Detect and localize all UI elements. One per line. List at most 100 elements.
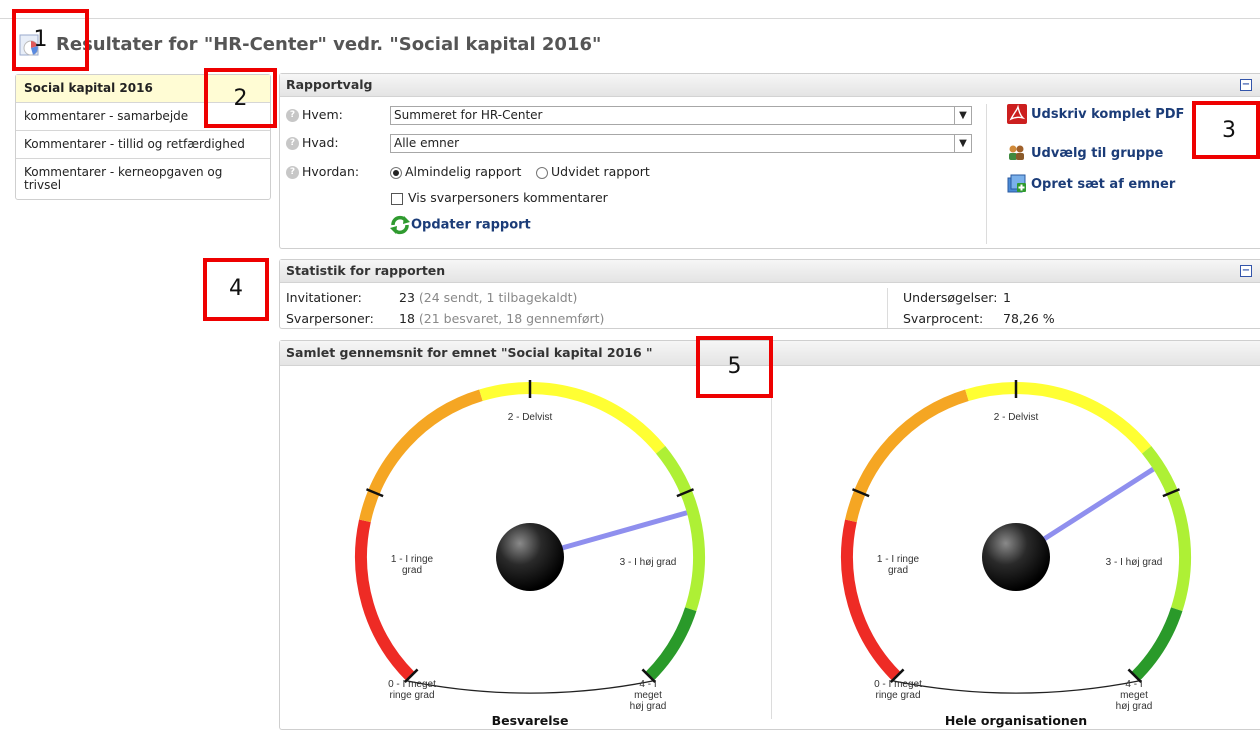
stats-divider	[887, 288, 888, 328]
gauge-scale-label: grad	[888, 565, 908, 576]
hvordan-row: ? Hvordan:	[286, 164, 359, 179]
hvad-label: Hvad:	[302, 135, 339, 150]
svarpersoner-label: Svarpersoner:	[286, 311, 374, 326]
statistik-panel: Statistik for rapporten − Invitationer: …	[279, 259, 1260, 329]
comments-checkbox-row[interactable]: Vis svarpersoners kommentarer	[391, 190, 608, 205]
sidebar-item-kerneopgaven[interactable]: Kommentarer - kerneopgaven og trivsel	[16, 159, 270, 199]
gauge-scale-label: 1 - I ringe	[391, 554, 434, 565]
select-group-link[interactable]: Udvælg til gruppe	[1007, 143, 1163, 163]
gauge-scale-label: ringe grad	[875, 690, 920, 701]
radio-almindelig[interactable]: Almindelig rapport	[390, 164, 521, 179]
gauge-panel: Samlet gennemsnit for emnet "Social kapi…	[279, 340, 1260, 730]
gauge-scale-label: 4 - I	[639, 679, 656, 690]
radio-button[interactable]	[536, 166, 548, 179]
rapportvalg-panel: Rapportvalg − ? Hvem: Summeret for HR-Cen…	[279, 73, 1260, 249]
hvem-select-value: Summeret for HR-Center	[394, 108, 543, 122]
comments-checkbox[interactable]	[391, 192, 403, 205]
statistik-header: Statistik for rapporten −	[280, 260, 1260, 283]
sidebar-item-tillid[interactable]: Kommentarer - tillid og retfærdighed	[16, 131, 270, 159]
rapportvalg-header: Rapportvalg −	[280, 74, 1260, 97]
gauge-band	[1131, 607, 1183, 681]
hvad-select[interactable]: Alle emner ▼	[390, 134, 972, 153]
undersogelser-label: Undersøgelser:	[903, 290, 998, 305]
hvordan-label: Hvordan:	[302, 164, 360, 179]
annotation-label-2: 2	[233, 86, 248, 111]
gauge-band	[645, 607, 697, 681]
help-icon[interactable]: ?	[286, 137, 299, 150]
help-icon[interactable]: ?	[286, 166, 299, 179]
create-set-link[interactable]: Opret sæt af emner	[1007, 174, 1175, 194]
gauge-scale-label: 4 - I	[1125, 679, 1142, 690]
chevron-down-icon[interactable]: ▼	[954, 135, 971, 152]
gauge-band	[655, 445, 705, 612]
annotation-label-4: 4	[229, 276, 243, 301]
invitationer-row: Invitationer:	[286, 290, 362, 305]
gauge-scale-label: 0 - I meget	[874, 679, 922, 690]
collapse-rapportvalg-button[interactable]: −	[1240, 79, 1252, 91]
update-report-label: Opdater rapport	[411, 217, 531, 233]
radio-almindelig-label: Almindelig rapport	[405, 164, 522, 179]
gauge-scale-label: høj grad	[1116, 701, 1153, 712]
hvad-select-value: Alle emner	[394, 136, 460, 150]
hvad-row: ? Hvad:	[286, 135, 339, 150]
page-title: Resultater for "HR-Center" vedr. "Social…	[56, 34, 602, 55]
print-pdf-link[interactable]: Udskriv komplet PDF	[1007, 104, 1184, 124]
hvem-label: Hvem:	[302, 107, 343, 122]
svarpersoner-value-row: 18 (21 besvaret, 18 gennemført)	[399, 311, 604, 326]
svarpersoner-note: (21 besvaret, 18 gennemført)	[418, 311, 605, 326]
gauge-band	[845, 389, 969, 523]
select-group-label: Udvælg til gruppe	[1031, 145, 1164, 161]
collapse-statistik-button[interactable]: −	[1240, 265, 1252, 277]
gauge-title: Samlet gennemsnit for emnet "Social kapi…	[286, 345, 653, 360]
statistik-title: Statistik for rapporten	[286, 263, 446, 278]
svarprocent-label: Svarprocent:	[903, 311, 984, 326]
gauge-caption: Hele organisationen	[945, 713, 1087, 728]
help-icon[interactable]: ?	[286, 109, 299, 122]
gauge-band	[1141, 445, 1191, 612]
annotation-label-5: 5	[727, 354, 742, 379]
gauge-scale-label: 3 - I høj grad	[1106, 557, 1163, 568]
gauges-svg: 0 - I megetringe grad1 - I ringegrad2 - …	[355, 380, 1191, 728]
radio-button-selected[interactable]	[390, 166, 402, 179]
add-set-icon	[1007, 174, 1026, 193]
gauge-scale-label: ringe grad	[389, 690, 434, 701]
annotation-label-3: 3	[1222, 118, 1236, 143]
pdf-icon	[1007, 104, 1027, 124]
invitationer-note: (24 sendt, 1 tilbagekaldt)	[418, 290, 578, 305]
hvem-row: ? Hvem:	[286, 107, 343, 122]
gauge-scale-label: 3 - I høj grad	[620, 557, 677, 568]
annotation-box-2: 2	[204, 68, 277, 128]
group-users-icon	[1009, 145, 1024, 160]
chevron-down-icon[interactable]: ▼	[954, 107, 971, 124]
annotation-box-4: 4	[203, 258, 269, 321]
top-divider	[0, 18, 1260, 19]
print-pdf-label: Udskriv komplet PDF	[1031, 106, 1185, 122]
annotation-box-5: 5	[696, 336, 773, 398]
gauge-scale-label: meget	[1120, 690, 1148, 701]
gauge-scale-label: 2 - Delvist	[508, 412, 553, 423]
svarpersoner-value: 18	[399, 311, 415, 326]
update-report-button[interactable]: Opdater rapport	[389, 214, 531, 236]
create-set-label: Opret sæt af emner	[1031, 176, 1176, 192]
svarprocent-value: 78,26 %	[1003, 311, 1055, 326]
hvem-select[interactable]: Summeret for HR-Center ▼	[390, 106, 972, 125]
gauge-needle	[1039, 467, 1155, 543]
annotation-box-1: 1	[12, 9, 89, 71]
gauge-needle	[558, 510, 688, 552]
gauge-scale-label: grad	[402, 565, 422, 576]
radio-udvidet-label: Udvidet rapport	[551, 164, 650, 179]
invitationer-value-row: 23 (24 sendt, 1 tilbagekaldt)	[399, 290, 577, 305]
gauge-band	[355, 519, 415, 681]
gauge-knob	[982, 523, 1050, 591]
gauge-scale-label: 0 - I meget	[388, 679, 436, 690]
undersogelser-value: 1	[1003, 290, 1011, 305]
invitationer-label: Invitationer:	[286, 290, 362, 305]
gauge-caption: Besvarelse	[492, 713, 569, 728]
gauge-knob	[496, 523, 564, 591]
gauge-scale-label: høj grad	[630, 701, 667, 712]
svarpersoner-row: Svarpersoner:	[286, 311, 374, 326]
radio-udvidet[interactable]: Udvidet rapport	[536, 164, 650, 179]
gauge-outline	[892, 680, 1140, 694]
gauge-scale-label: 1 - I ringe	[877, 554, 920, 565]
annotation-label-1: 1	[33, 27, 48, 52]
